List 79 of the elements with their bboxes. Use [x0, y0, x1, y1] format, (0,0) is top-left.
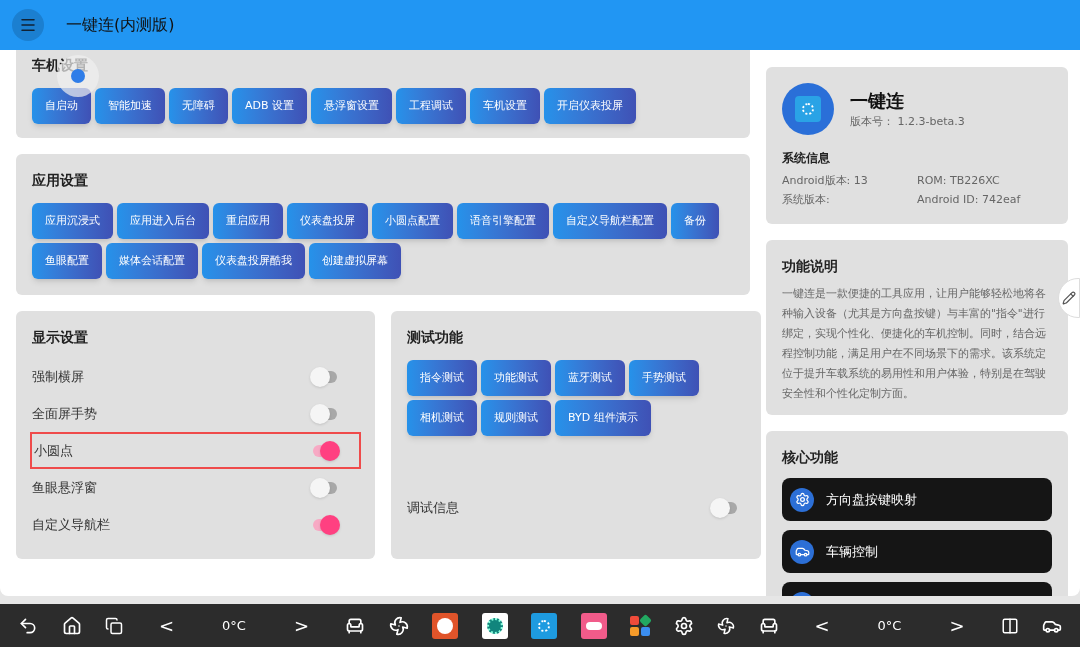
menu-icon: [19, 16, 37, 34]
action-button[interactable]: 蓝牙测试: [555, 360, 625, 396]
action-button[interactable]: 重启应用: [213, 203, 283, 239]
toggle-switch[interactable]: [313, 477, 337, 498]
app-title: 一键连(内测版): [66, 14, 175, 36]
temperature-decrease-button[interactable]: <: [802, 612, 842, 639]
system-info-text: Android版本: 13: [782, 173, 869, 189]
toggle-label: 小圆点: [34, 441, 73, 460]
action-button[interactable]: 媒体会话配置: [106, 243, 198, 279]
temperature-increase-button[interactable]: >: [937, 612, 977, 639]
toggle-switch[interactable]: [313, 403, 337, 424]
split-screen-icon[interactable]: [1000, 616, 1019, 635]
action-button[interactable]: 应用沉浸式: [32, 203, 113, 239]
toggle-label: 强制横屏: [32, 367, 84, 386]
home-icon[interactable]: [61, 615, 82, 636]
menu-button[interactable]: [12, 9, 44, 41]
app-icon[interactable]: [432, 612, 458, 639]
action-button[interactable]: 仪表盘投屏: [287, 203, 368, 239]
action-button[interactable]: 车机设置: [470, 88, 541, 124]
card-title: 核心功能: [782, 448, 839, 467]
defrost-icon[interactable]: [717, 616, 735, 635]
temperature-decrease-button[interactable]: <: [146, 612, 187, 639]
action-button[interactable]: 功能测试: [481, 360, 551, 396]
action-button[interactable]: 应用进入后台: [117, 203, 209, 239]
action-button[interactable]: 相机测试: [407, 400, 477, 436]
temperature-reading: 0°C: [221, 616, 247, 635]
app-name: 一键连: [850, 89, 905, 114]
settings-icon[interactable]: [673, 615, 694, 636]
action-button[interactable]: 鱼眼配置: [32, 243, 102, 279]
gear-icon: [790, 487, 814, 512]
action-button[interactable]: 创建虚拟屏幕: [309, 243, 401, 279]
feature-item[interactable]: 车辆控制: [782, 530, 1052, 573]
card-title: 显示设置: [32, 328, 89, 347]
action-button[interactable]: BYD 组件演示: [555, 400, 651, 436]
toggle-label: 鱼眼悬浮窗: [32, 478, 97, 497]
toggle-switch[interactable]: [313, 366, 337, 387]
action-button[interactable]: 无障碍: [169, 88, 228, 124]
app-grid-icon[interactable]: [630, 615, 650, 636]
action-button[interactable]: 语音引擎配置: [457, 203, 549, 239]
recent-apps-icon[interactable]: [105, 616, 123, 635]
car-icon: [790, 539, 814, 564]
action-button[interactable]: ADB 设置: [232, 88, 308, 124]
card-title: 应用设置: [32, 171, 89, 190]
toggle-switch[interactable]: [313, 440, 337, 461]
action-button[interactable]: 自定义导航栏配置: [553, 203, 667, 239]
version-text: 版本号： 1.2.3-beta.3: [850, 114, 965, 131]
system-info-text: 系统版本:: [782, 191, 831, 208]
section-title: 系统信息: [782, 150, 831, 167]
toggle-switch[interactable]: [313, 514, 337, 535]
app-icon[interactable]: [580, 612, 607, 639]
action-button[interactable]: 智能加速: [95, 88, 165, 124]
system-info-text: Android ID: 742eaf: [917, 191, 1022, 208]
app-icon[interactable]: [481, 612, 508, 639]
action-button[interactable]: 规则测试: [481, 400, 551, 436]
card-title: 测试功能: [407, 328, 464, 347]
description-text: 一键连是一款便捷的工具应用，让用户能够轻松地将各种输入设备（尤其是方向盘按键）与丰富的"指令"进行绑定，实现个性化、便捷化的车机控制。同时，结合远程控制功能，满足用户在不同场景下的需求。该系统定位于提升车载系统的易用性和用户体验，特别是在驾驶安全性和个性化定制方面。: [782, 286, 1047, 401]
action-button[interactable]: 仪表盘投屏酷我: [202, 243, 305, 279]
card-title: 功能说明: [782, 257, 839, 276]
action-button[interactable]: 悬浮窗设置: [311, 88, 393, 124]
action-button[interactable]: 自启动: [32, 88, 91, 124]
temperature-increase-button[interactable]: >: [281, 612, 322, 639]
toggle-label: 调试信息: [407, 499, 459, 518]
toggle-label: 全面屏手势: [32, 404, 97, 423]
toggle-label: 自定义导航栏: [32, 515, 110, 534]
toggle-switch[interactable]: [713, 498, 737, 518]
action-button[interactable]: 手势测试: [629, 360, 699, 396]
pencil-icon: [1062, 291, 1076, 305]
system-info-text: ROM: TB226XC: [917, 173, 1001, 189]
action-button[interactable]: 备份: [671, 203, 719, 239]
action-button[interactable]: 工程调试: [396, 88, 467, 124]
temperature-reading: 0°C: [876, 616, 903, 635]
feature-item[interactable]: 方向盘按键映射: [782, 478, 1052, 521]
action-button[interactable]: 指令测试: [407, 360, 477, 396]
fan-icon[interactable]: [388, 615, 409, 636]
action-button[interactable]: 开启仪表投屏: [544, 88, 637, 124]
app-icon[interactable]: [531, 612, 557, 639]
back-icon[interactable]: [18, 615, 38, 636]
action-button[interactable]: 小圆点配置: [372, 203, 453, 239]
app-logo-icon: [782, 83, 834, 135]
